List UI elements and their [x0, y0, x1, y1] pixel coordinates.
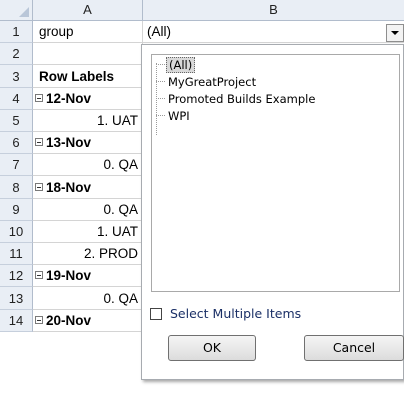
- select-multiple-items-checkbox[interactable]: Select Multiple Items: [150, 306, 301, 322]
- group-label: 20-Nov: [46, 313, 92, 328]
- cell-a-text: 1. UAT: [96, 224, 138, 239]
- cell-a[interactable]: 12-Nov: [33, 88, 143, 110]
- row-header[interactable]: 6: [0, 132, 33, 154]
- checkbox-icon: [150, 308, 162, 320]
- cell-a-text: 0. QA: [103, 291, 138, 306]
- cell-a-text: 2. PROD: [83, 246, 138, 261]
- filter-item-label: (All): [166, 57, 196, 73]
- row-header[interactable]: 11: [0, 243, 33, 265]
- group-label: 13-Nov: [46, 135, 92, 150]
- select-all-triangle-icon: [19, 7, 29, 17]
- cell-a[interactable]: 2. PROD: [33, 243, 143, 265]
- collapse-icon[interactable]: [35, 138, 43, 146]
- collapse-icon[interactable]: [35, 316, 43, 324]
- filter-item[interactable]: (All): [156, 57, 196, 74]
- cell-a[interactable]: 20-Nov: [33, 310, 143, 332]
- filter-item-label: WPI: [168, 109, 190, 123]
- column-header-b[interactable]: B: [143, 0, 404, 21]
- tree-connector: [156, 64, 165, 65]
- filter-item-list[interactable]: (All) MyGreatProject Promoted Builds Examp…: [151, 54, 400, 292]
- cell-a-text: 0. QA: [103, 157, 138, 172]
- row-header[interactable]: 12: [0, 265, 33, 287]
- filter-item-label: Promoted Builds Example: [168, 92, 316, 106]
- cell-a-text: group: [39, 24, 74, 39]
- row-header[interactable]: 7: [0, 154, 33, 176]
- row-labels-header: Row Labels: [39, 69, 115, 84]
- collapse-icon[interactable]: [35, 271, 43, 279]
- filter-item[interactable]: Promoted Builds Example: [156, 91, 317, 108]
- filter-popup: (All) MyGreatProject Promoted Builds Examp…: [141, 44, 404, 380]
- cell-a[interactable]: 0. QA: [33, 287, 143, 310]
- cell-a[interactable]: 13-Nov: [33, 132, 143, 154]
- cell-a[interactable]: group: [33, 21, 143, 43]
- row-header[interactable]: 2: [0, 43, 33, 65]
- collapse-icon[interactable]: [35, 183, 43, 191]
- group-label: 12-Nov: [46, 91, 92, 106]
- cell-b[interactable]: (All): [143, 21, 404, 43]
- cell-a[interactable]: [33, 43, 143, 65]
- cancel-button[interactable]: Cancel: [304, 335, 404, 361]
- cell-a[interactable]: 0. QA: [33, 199, 143, 221]
- row-header[interactable]: 5: [0, 110, 33, 132]
- cell-a[interactable]: 0. QA: [33, 154, 143, 176]
- tree-connector: [156, 81, 165, 82]
- row-header[interactable]: 8: [0, 176, 33, 199]
- row-header[interactable]: 13: [0, 287, 33, 310]
- chevron-down-icon: [391, 31, 399, 35]
- filter-item-label: MyGreatProject: [168, 75, 257, 89]
- cell-a[interactable]: 19-Nov: [33, 265, 143, 287]
- group-label: 18-Nov: [46, 180, 92, 195]
- filter-dropdown-button[interactable]: [386, 24, 404, 42]
- cell-a[interactable]: 18-Nov: [33, 176, 143, 199]
- cell-a[interactable]: 1. UAT: [33, 110, 143, 132]
- collapse-icon[interactable]: [35, 94, 43, 102]
- tree-connector: [156, 98, 165, 99]
- ok-button[interactable]: OK: [168, 335, 256, 361]
- cell-a-text: 1. UAT: [96, 113, 138, 128]
- tree-connector: [156, 115, 165, 116]
- row-header[interactable]: 14: [0, 310, 33, 332]
- row-header[interactable]: 4: [0, 88, 33, 110]
- cell-a[interactable]: 1. UAT: [33, 221, 143, 243]
- row-header[interactable]: 1: [0, 21, 33, 43]
- row-header[interactable]: 3: [0, 65, 33, 88]
- cell-a[interactable]: Row Labels: [33, 65, 143, 88]
- column-header-a[interactable]: A: [33, 0, 143, 21]
- select-multiple-items-label: Select Multiple Items: [170, 306, 302, 321]
- filter-item[interactable]: WPI: [156, 108, 192, 125]
- filter-item[interactable]: MyGreatProject: [156, 74, 258, 91]
- group-label: 19-Nov: [46, 268, 92, 283]
- cell-a-text: 0. QA: [103, 202, 138, 217]
- row-header[interactable]: 9: [0, 199, 33, 221]
- spreadsheet: A B 1 group (All) 2 3 Row Labels 4 12-Nov 5 1. UA…: [0, 0, 404, 396]
- row-header[interactable]: 10: [0, 221, 33, 243]
- select-all-corner[interactable]: [0, 0, 33, 21]
